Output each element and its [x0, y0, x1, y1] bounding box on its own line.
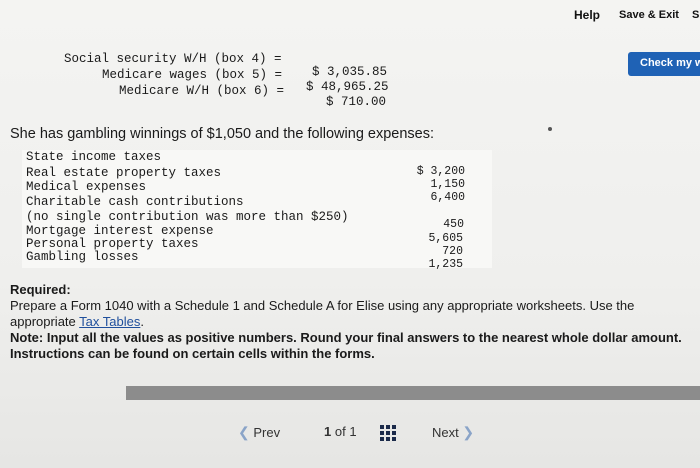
required-instructions: Prepare a Form 1040 with a Schedule 1 an… — [10, 298, 700, 330]
top-bar: Help Save & Exit S — [0, 0, 700, 40]
chevron-left-icon: ❮ — [238, 424, 250, 440]
page-total: 1 — [349, 424, 357, 439]
expense-label: Real estate property taxes — [26, 166, 222, 180]
box-line-label: Medicare wages (box 5) = — [102, 68, 283, 82]
expense-value: 5,605 — [428, 232, 463, 245]
expense-value: 6,400 — [430, 191, 465, 204]
expense-value: $ 3,200 — [416, 165, 465, 178]
required-heading: Required: — [10, 282, 71, 297]
help-link[interactable]: Help — [574, 8, 600, 22]
expense-label: Charitable cash contributions — [26, 195, 244, 209]
grid-icon[interactable] — [380, 425, 396, 441]
page-current: 1 — [324, 424, 332, 439]
expense-label: Medical expenses — [26, 180, 147, 194]
page-of: of — [334, 424, 346, 439]
box-line-value: $ 710.00 — [326, 95, 387, 109]
box-line-label: Social security W/H (box 4) = — [64, 52, 282, 66]
expense-value: 450 — [443, 218, 464, 231]
required-text-end: . — [140, 314, 144, 329]
box-line-label: Medicare W/H (box 6) = — [119, 84, 285, 98]
scroll-bar[interactable] — [126, 386, 700, 400]
gambling-sentence: She has gambling winnings of $1,050 and … — [10, 126, 435, 142]
expense-label: (no single contribution was more than $2… — [26, 210, 349, 224]
expense-label: State income taxes — [26, 150, 162, 164]
expense-label: Personal property taxes — [26, 237, 199, 251]
chevron-right-icon: ❯ — [462, 424, 475, 440]
prev-label: Prev — [253, 425, 281, 440]
next-label: Next — [432, 425, 459, 440]
expense-label: Gambling losses — [26, 250, 139, 264]
expense-value: 720 — [442, 245, 463, 258]
tax-tables-link[interactable]: Tax Tables — [79, 314, 140, 329]
check-my-work-button[interactable]: Check my w — [628, 52, 700, 76]
submit-link[interactable]: S — [692, 9, 699, 21]
required-section: Required: Prepare a Form 1040 with a Sch… — [10, 282, 700, 362]
required-note: Note: Input all the values as positive n… — [10, 330, 682, 361]
page-indicator: 1 of 1 — [324, 424, 357, 439]
expense-value: 1,235 — [428, 258, 463, 271]
prev-button[interactable]: ❮ Prev — [238, 424, 280, 441]
box-line-value: $ 48,965.25 — [306, 80, 389, 94]
expense-label: Mortgage interest expense — [26, 224, 214, 238]
expense-value: 1,150 — [430, 178, 465, 191]
cursor-dot — [548, 127, 552, 131]
box-line-value: $ 3,035.85 — [312, 65, 388, 79]
save-exit-link[interactable]: Save & Exit — [619, 9, 679, 21]
next-button[interactable]: Next ❯ — [432, 424, 474, 441]
